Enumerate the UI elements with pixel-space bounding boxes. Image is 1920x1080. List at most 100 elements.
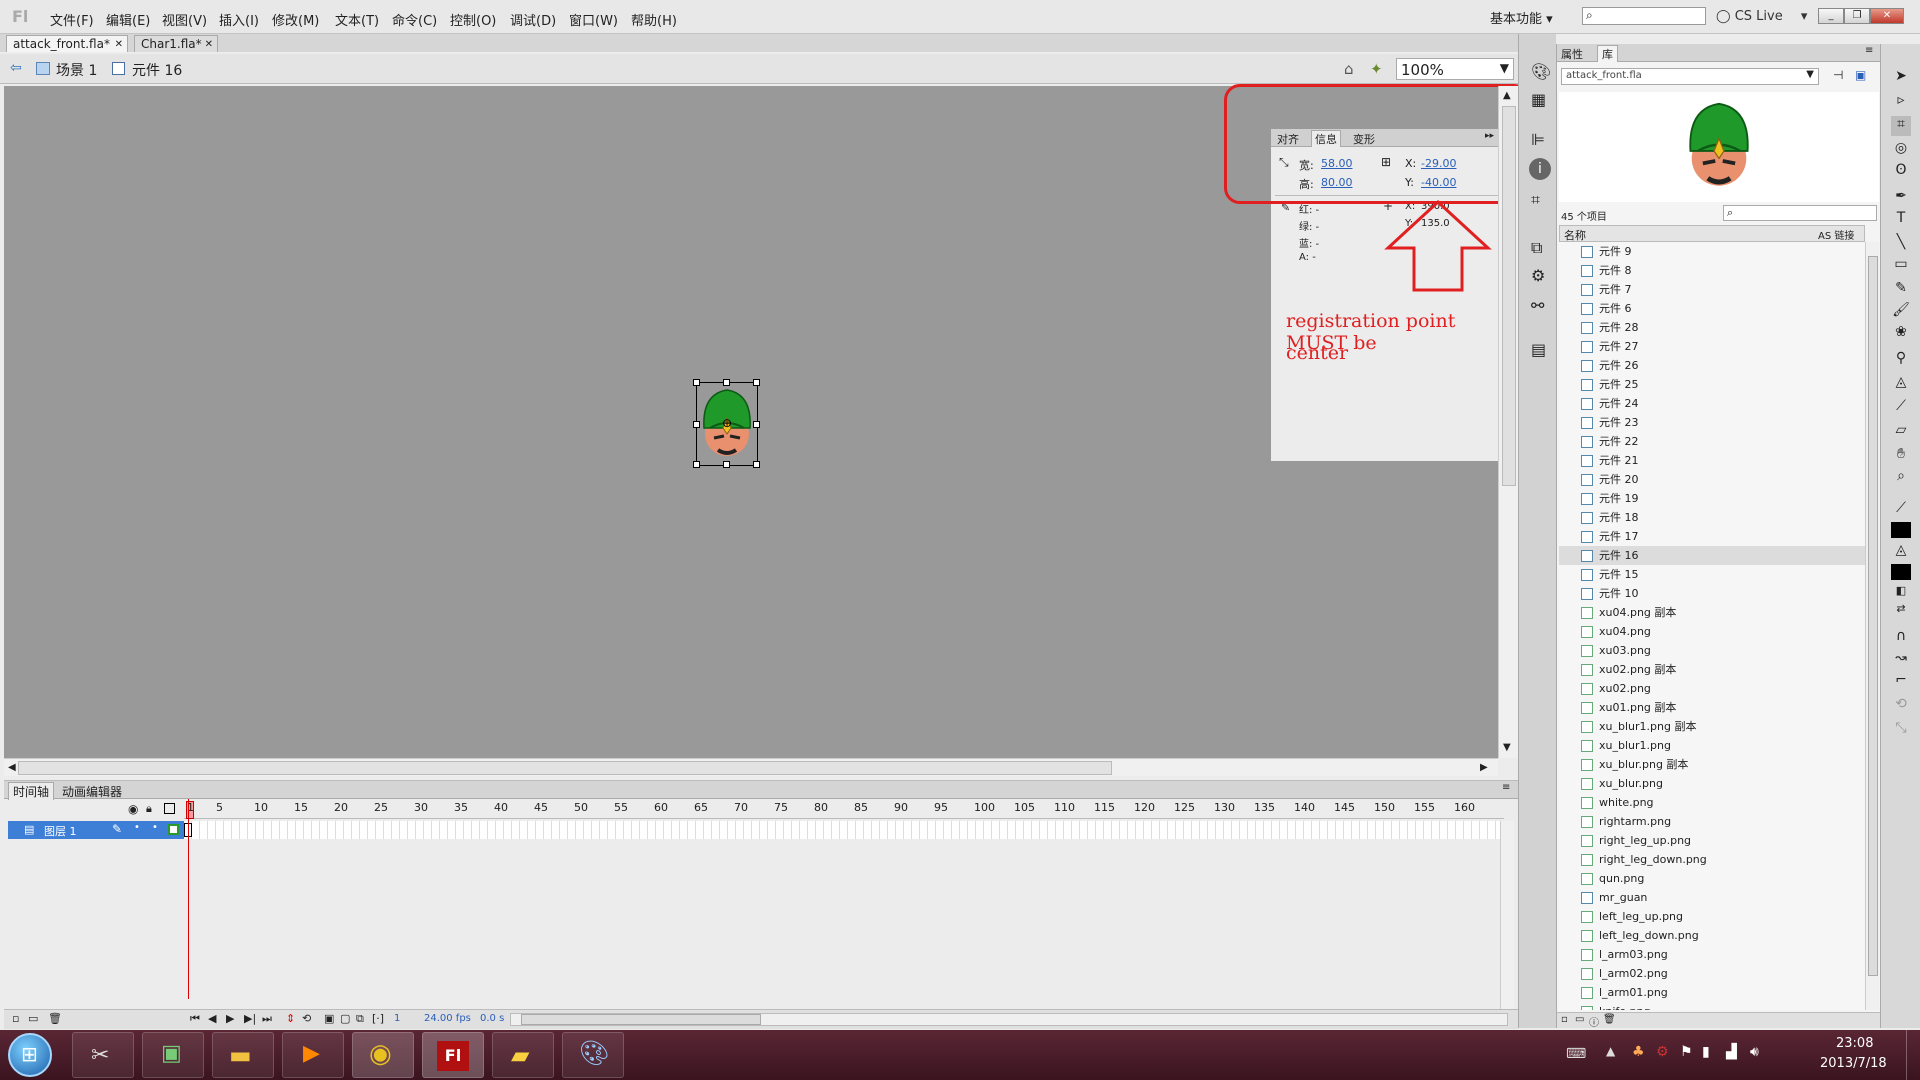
layer-name[interactable]: 图层 1 <box>44 823 77 839</box>
show-desktop-button[interactable] <box>1906 1030 1920 1080</box>
pencil-tool-icon[interactable]: ✎ <box>1891 280 1911 300</box>
library-item[interactable]: xu_blur1.png 副本 <box>1559 717 1865 736</box>
scroll-down-icon[interactable]: ▼ <box>1503 742 1511 753</box>
stage-horizontal-scrollbar[interactable]: ◀ ▶ <box>4 758 1498 776</box>
library-item[interactable]: 元件 28 <box>1559 318 1865 337</box>
panel-menu-icon[interactable]: ≡ <box>1865 45 1873 56</box>
fill-color-icon[interactable]: ◬ <box>1891 542 1911 562</box>
library-item[interactable]: xu02.png 副本 <box>1559 660 1865 679</box>
menu-view[interactable]: 视图(V) <box>162 10 207 29</box>
library-item[interactable]: xu02.png <box>1559 679 1865 698</box>
new-folder-icon[interactable]: ▭ <box>1575 1014 1584 1025</box>
next-frame-icon[interactable]: ▶| <box>244 1012 256 1025</box>
maximize-button[interactable]: ❐ <box>1844 8 1870 24</box>
menu-help[interactable]: 帮助(H) <box>631 10 677 29</box>
minimize-button[interactable]: _ <box>1818 8 1844 24</box>
library-item[interactable]: knife.png <box>1559 1002 1865 1010</box>
library-item[interactable]: xu04.png <box>1559 622 1865 641</box>
library-item[interactable]: 元件 24 <box>1559 394 1865 413</box>
pen-tool-icon[interactable]: ✒ <box>1891 188 1911 208</box>
symbol-instance[interactable]: ⊕ <box>693 379 760 468</box>
eraser-tool-icon[interactable]: ▱ <box>1891 422 1911 442</box>
keyboard-icon[interactable]: ⌨ <box>1566 1046 1586 1062</box>
bone-tool-icon[interactable]: ⚲ <box>1891 350 1911 370</box>
tab-char1[interactable]: Char1.fla* ✕ <box>134 35 218 52</box>
battery-icon[interactable]: ▮ <box>1702 1044 1710 1060</box>
library-item[interactable]: 元件 20 <box>1559 470 1865 489</box>
new-folder-icon[interactable]: ▭ <box>28 1012 38 1025</box>
tab-library[interactable]: 库 <box>1597 45 1618 62</box>
components-icon[interactable]: ⚙︎ <box>1531 266 1545 285</box>
close-icon[interactable]: ✕ <box>205 36 213 53</box>
tab-motion-editor[interactable]: 动画编辑器 <box>62 783 122 800</box>
fill-color-swatch[interactable] <box>1891 564 1911 580</box>
transform-handle[interactable] <box>723 461 730 468</box>
line-tool-icon[interactable]: ╲ <box>1891 234 1911 254</box>
swap-colors-icon[interactable]: ⇄ <box>1891 602 1911 622</box>
taskbar-app-explorer[interactable]: ▬ <box>212 1032 274 1078</box>
volume-icon[interactable]: 🔊︎ <box>1750 1044 1759 1060</box>
menu-modify[interactable]: 修改(M) <box>272 10 319 29</box>
tab-attack-front[interactable]: attack_front.fla* ✕ <box>6 35 128 52</box>
library-item[interactable]: 元件 18 <box>1559 508 1865 527</box>
rectangle-tool-icon[interactable]: ▭ <box>1891 256 1911 276</box>
library-item[interactable]: 元件 21 <box>1559 451 1865 470</box>
library-item[interactable]: right_leg_up.png <box>1559 831 1865 850</box>
align-panel-icon[interactable]: ⊫ <box>1531 130 1545 149</box>
brush-tool-icon[interactable]: 🖌︎ <box>1891 302 1911 322</box>
show-hidden-icons[interactable]: ▲ <box>1606 1044 1615 1058</box>
last-frame-icon[interactable]: ⏭ <box>262 1012 272 1026</box>
library-item[interactable]: xu_blur.png 副本 <box>1559 755 1865 774</box>
tab-properties[interactable]: 属性 <box>1561 46 1583 62</box>
onion-skin-icon[interactable]: ▣ <box>324 1012 334 1025</box>
frame-cells[interactable] <box>184 821 1504 839</box>
column-name[interactable]: 名称 <box>1564 227 1586 243</box>
library-item[interactable]: mr_guan <box>1559 888 1865 907</box>
scroll-thumb[interactable] <box>521 1014 761 1025</box>
workspace-switcher[interactable]: 基本功能 ▾ <box>1490 8 1553 27</box>
properties-icon[interactable]: ⓘ <box>1589 1014 1599 1029</box>
column-linkage[interactable]: AS 链接 <box>1818 227 1854 242</box>
taskbar-app-notes[interactable]: ▰ <box>492 1032 554 1078</box>
code-snippets-icon[interactable]: ⧉ <box>1531 238 1542 258</box>
scroll-left-icon[interactable]: ◀ <box>8 762 16 773</box>
library-item[interactable]: xu03.png <box>1559 641 1865 660</box>
lasso-tool-icon[interactable]: ʘ <box>1891 162 1911 182</box>
taskbar-app-monitor[interactable]: ▣ <box>142 1032 204 1078</box>
library-item[interactable]: 元件 6 <box>1559 299 1865 318</box>
center-frame-icon[interactable]: ⇕ <box>286 1012 295 1025</box>
project-panel-icon[interactable]: ▤ <box>1531 340 1546 359</box>
taskbar-app-snipping[interactable]: ✂ <box>72 1032 134 1078</box>
library-item[interactable]: 元件 7 <box>1559 280 1865 299</box>
library-item[interactable]: l_arm01.png <box>1559 983 1865 1002</box>
paint-bucket-tool-icon[interactable]: ◬ <box>1891 374 1911 394</box>
library-item[interactable]: 元件 15 <box>1559 565 1865 584</box>
library-item[interactable]: 元件 26 <box>1559 356 1865 375</box>
menu-debug[interactable]: 调试(D) <box>510 10 556 29</box>
transform-handle[interactable] <box>693 379 700 386</box>
taskbar-app-paint[interactable]: 🎨︎ <box>562 1032 624 1078</box>
library-item[interactable]: l_arm03.png <box>1559 945 1865 964</box>
outline-icon[interactable] <box>164 803 175 814</box>
transform-handle[interactable] <box>753 379 760 386</box>
fps-value[interactable]: 24.00 fps <box>424 1013 471 1024</box>
info-panel-icon[interactable]: i <box>1529 158 1551 180</box>
library-item[interactable]: white.png <box>1559 793 1865 812</box>
library-item[interactable]: 元件 17 <box>1559 527 1865 546</box>
transform-handle[interactable] <box>693 461 700 468</box>
library-item[interactable]: 元件 8 <box>1559 261 1865 280</box>
first-frame-icon[interactable]: ⏮ <box>190 1012 200 1026</box>
stroke-color-icon[interactable]: ⟋ <box>1891 500 1911 520</box>
delete-icon[interactable]: 🗑︎ <box>1603 1014 1616 1025</box>
loop-icon[interactable]: ⟲ <box>302 1012 311 1025</box>
library-item[interactable]: xu01.png 副本 <box>1559 698 1865 717</box>
selection-tool-icon[interactable]: ➤ <box>1891 68 1911 88</box>
smooth-icon[interactable]: ↝ <box>1891 650 1911 670</box>
transform-handle[interactable] <box>723 379 730 386</box>
play-icon[interactable]: ▶ <box>226 1012 234 1025</box>
menu-control[interactable]: 控制(O) <box>450 10 496 29</box>
snap-magnet-icon[interactable]: ∩ <box>1891 628 1911 648</box>
tray-app2-icon[interactable]: ⚙︎ <box>1656 1044 1669 1060</box>
taskbar-app-media-player[interactable]: ▶ <box>282 1032 344 1078</box>
taskbar-app-flash[interactable]: Fl <box>422 1032 484 1078</box>
